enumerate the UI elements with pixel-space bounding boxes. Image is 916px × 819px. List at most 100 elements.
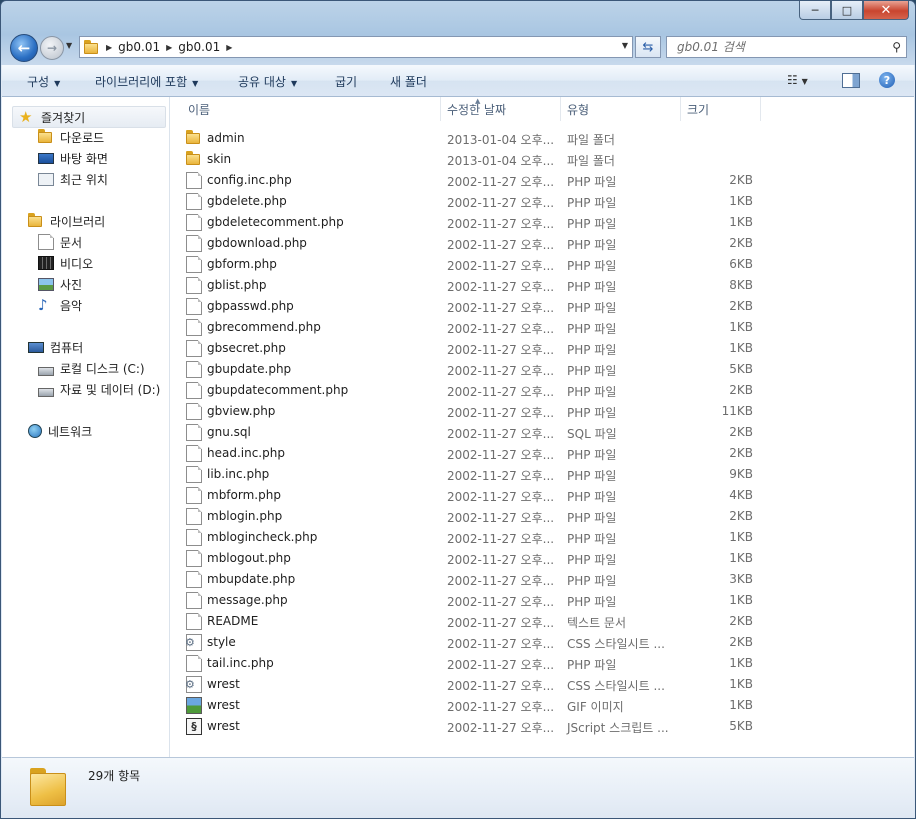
document-icon [186, 508, 202, 525]
file-row[interactable]: head.inc.php 2002-11-27 오후... PHP 파일 2KB [182, 443, 842, 464]
file-row[interactable]: gbpasswd.php 2002-11-27 오후... PHP 파일 2KB [182, 296, 842, 317]
nav-local-disk-c[interactable]: 로컬 디스크 (C:) [38, 358, 145, 378]
maximize-button[interactable]: □ [831, 1, 863, 20]
file-type: PHP 파일 [567, 532, 617, 546]
file-size: 1KB [729, 530, 753, 544]
file-row[interactable]: mbform.php 2002-11-27 오후... PHP 파일 4KB [182, 485, 842, 506]
nav-favorites[interactable]: ★ 즐겨찾기 [12, 106, 166, 128]
nav-network[interactable]: 네트워크 [28, 421, 92, 441]
chevron-right-icon[interactable]: ▶ [226, 43, 232, 52]
file-date: 2002-11-27 오후... [447, 322, 555, 336]
file-row[interactable]: wrest 2002-11-27 오후... CSS 스타일시트 ... 1KB [182, 674, 842, 695]
address-dropdown-icon[interactable]: ▼ [622, 41, 628, 50]
file-row[interactable]: lib.inc.php 2002-11-27 오후... PHP 파일 9KB [182, 464, 842, 485]
file-row[interactable]: gbdownload.php 2002-11-27 오후... PHP 파일 2KB [182, 233, 842, 254]
file-date: 2002-11-27 오후... [447, 721, 555, 735]
stylesheet-icon [185, 634, 202, 651]
file-row[interactable]: mblogin.php 2002-11-27 오후... PHP 파일 2KB [182, 506, 842, 527]
chevron-right-icon[interactable]: ▶ [106, 43, 112, 52]
recent-pages-dropdown[interactable]: ▼ [66, 41, 72, 50]
file-row[interactable]: gbrecommend.php 2002-11-27 오후... PHP 파일 1KB [182, 317, 842, 338]
document-icon [186, 655, 202, 672]
document-icon [186, 403, 202, 420]
file-row[interactable]: gblist.php 2002-11-27 오후... PHP 파일 8KB [182, 275, 842, 296]
file-row[interactable]: mblogincheck.php 2002-11-27 오후... PHP 파일 1K… [182, 527, 842, 548]
file-row[interactable]: style 2002-11-27 오후... CSS 스타일시트 ... 2KB [182, 632, 842, 653]
refresh-button[interactable]: ⇆ [635, 36, 661, 58]
nav-desktop[interactable]: 바탕 화면 [38, 148, 108, 168]
file-type: PHP 파일 [567, 574, 617, 588]
document-icon [186, 214, 202, 231]
breadcrumb-item[interactable]: gb0.01 [118, 40, 160, 54]
file-size: 5KB [729, 362, 753, 376]
nav-libraries[interactable]: 라이브러리 [28, 211, 105, 231]
search-icon[interactable]: ⚲ [892, 40, 901, 54]
folder-icon [30, 768, 68, 806]
nav-recent-places[interactable]: 최근 위치 [38, 169, 108, 189]
file-name: gbsecret.php [207, 341, 286, 355]
help-button[interactable]: ? [879, 72, 895, 88]
column-header-type[interactable]: 유형 [561, 97, 681, 121]
file-type: 파일 폴더 [567, 154, 615, 168]
file-row[interactable]: gbdelete.php 2002-11-27 오후... PHP 파일 1KB [182, 191, 842, 212]
file-row[interactable]: mblogout.php 2002-11-27 오후... PHP 파일 1KB [182, 548, 842, 569]
file-name: gbrecommend.php [207, 320, 321, 334]
file-row[interactable]: tail.inc.php 2002-11-27 오후... PHP 파일 1KB [182, 653, 842, 674]
file-row[interactable]: mbupdate.php 2002-11-27 오후... PHP 파일 3KB [182, 569, 842, 590]
nav-pictures[interactable]: 사진 [38, 274, 82, 294]
column-header-size[interactable]: 크기 [681, 97, 761, 121]
nav-computer[interactable]: 컴퓨터 [28, 337, 83, 357]
nav-music[interactable]: ♪ 음악 [38, 295, 82, 315]
file-row[interactable]: gbsecret.php 2002-11-27 오후... PHP 파일 1KB [182, 338, 842, 359]
breadcrumb-item[interactable]: gb0.01 [178, 40, 220, 54]
file-name: gbdownload.php [207, 236, 307, 250]
column-header-name[interactable]: 이름 [182, 97, 441, 121]
include-in-library-button[interactable]: 라이브러리에 포함 ▼ [95, 73, 198, 90]
column-header-date[interactable]: 수정한 날짜 [441, 97, 561, 121]
nav-downloads[interactable]: 다운로드 [38, 127, 104, 147]
file-row[interactable]: gbupdate.php 2002-11-27 오후... PHP 파일 5KB [182, 359, 842, 380]
file-row[interactable]: gbview.php 2002-11-27 오후... PHP 파일 11KB [182, 401, 842, 422]
back-button[interactable]: ← [10, 34, 38, 62]
picture-icon [38, 277, 54, 291]
file-row[interactable]: gnu.sql 2002-11-27 오후... SQL 파일 2KB [182, 422, 842, 443]
nav-documents[interactable]: 문서 [38, 232, 82, 252]
file-name: mblogin.php [207, 509, 283, 523]
close-button[interactable]: ✕ [863, 1, 909, 20]
nav-drive-d[interactable]: 자료 및 데이터 (D:) [38, 379, 160, 399]
file-type: 파일 폴더 [567, 133, 615, 147]
nav-videos[interactable]: 비디오 [38, 253, 93, 273]
address-bar[interactable]: ▶ gb0.01 ▶ gb0.01 ▶ ▼ [79, 36, 633, 58]
file-name: gblist.php [207, 278, 267, 292]
file-row[interactable]: § wrest 2002-11-27 오후... JScript 스크립트 ... 5K… [182, 716, 842, 737]
burn-button[interactable]: 굽기 [335, 73, 357, 90]
file-row[interactable]: skin 2013-01-04 오후... 파일 폴더 [182, 149, 842, 170]
preview-pane-button[interactable] [842, 73, 860, 88]
folder-icon [84, 40, 100, 54]
file-row[interactable]: config.inc.php 2002-11-27 오후... PHP 파일 2KB [182, 170, 842, 191]
file-row[interactable]: README 2002-11-27 오후... 텍스트 문서 2KB [182, 611, 842, 632]
file-row[interactable]: gbform.php 2002-11-27 오후... PHP 파일 6KB [182, 254, 842, 275]
file-row[interactable]: admin 2013-01-04 오후... 파일 폴더 [182, 128, 842, 149]
forward-button[interactable]: → [40, 36, 64, 60]
file-type: PHP 파일 [567, 238, 617, 252]
new-folder-button[interactable]: 새 폴더 [390, 73, 427, 90]
organize-button[interactable]: 구성 ▼ [27, 73, 60, 90]
search-input[interactable] [675, 39, 879, 55]
file-row[interactable]: wrest 2002-11-27 오후... GIF 이미지 1KB [182, 695, 842, 716]
document-icon [186, 340, 202, 357]
file-name: message.php [207, 593, 288, 607]
file-size: 1KB [729, 593, 753, 607]
file-name: head.inc.php [207, 446, 285, 460]
file-row[interactable]: message.php 2002-11-27 오후... PHP 파일 1KB [182, 590, 842, 611]
change-view-button[interactable]: ☷ ▼ [787, 73, 808, 87]
file-type: PHP 파일 [567, 595, 617, 609]
file-row[interactable]: gbupdatecomment.php 2002-11-27 오후... PHP 파… [182, 380, 842, 401]
file-type: PHP 파일 [567, 658, 617, 672]
share-with-button[interactable]: 공유 대상 ▼ [238, 73, 297, 90]
document-icon [186, 277, 202, 294]
search-box[interactable]: ⚲ [666, 36, 907, 58]
minimize-button[interactable]: ─ [799, 1, 831, 20]
chevron-right-icon[interactable]: ▶ [166, 43, 172, 52]
file-row[interactable]: gbdeletecomment.php 2002-11-27 오후... PHP 파… [182, 212, 842, 233]
